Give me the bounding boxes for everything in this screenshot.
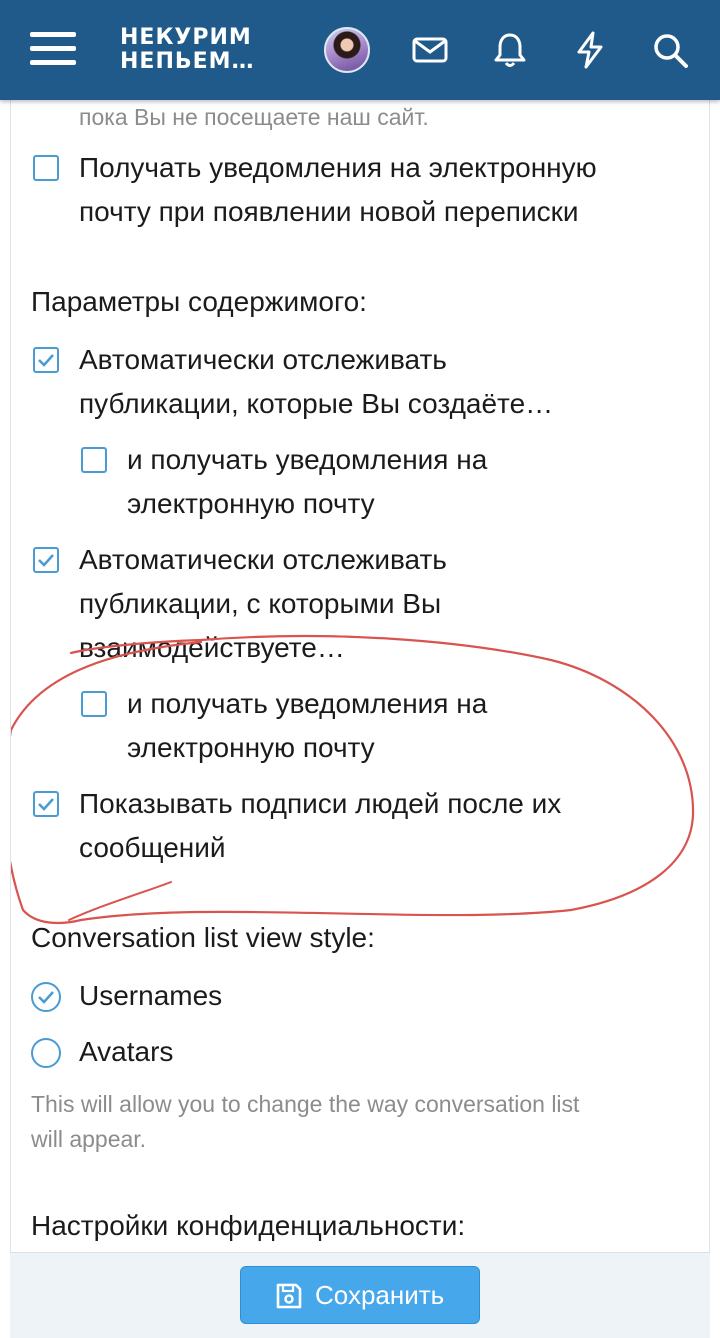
watch-created-label-1: Автоматически отслеживать: [79, 344, 447, 375]
watch-created-option[interactable]: Автоматически отслеживать публикации, ко…: [11, 338, 711, 428]
bell-icon[interactable]: [490, 30, 530, 70]
site-logo[interactable]: НЕКУРИМ НЕПЬЕМ…: [120, 26, 255, 74]
search-icon[interactable]: [650, 30, 690, 70]
content-params-label: Параметры содержимого:: [31, 286, 367, 317]
email-on-conversation-label-1: Получать уведомления на электронную: [79, 152, 597, 183]
list-style-hint-1: This will allow you to change the way co…: [31, 1091, 580, 1117]
save-button-label: Сохранить: [315, 1280, 445, 1310]
watch-interacted-email-option[interactable]: и получать уведомления на электронную по…: [11, 682, 711, 772]
watch-interacted-email-label-2: электронную почту: [127, 732, 375, 763]
watch-interacted-option[interactable]: Автоматически отслеживать публикации, с …: [11, 538, 711, 672]
email-on-conversation-label-2: почту при появлении новой переписки: [79, 196, 579, 227]
watch-created-email-label-2: электронную почту: [127, 488, 375, 519]
usernames-label: Usernames: [79, 980, 223, 1011]
logo-line-1: НЕКУРИМ: [120, 25, 252, 50]
avatars-label: Avatars: [79, 1036, 174, 1067]
menu-icon[interactable]: [30, 28, 78, 72]
logo-line-2: НЕПЬЕМ…: [120, 49, 255, 74]
list-style-usernames-option[interactable]: Usernames: [11, 974, 711, 1020]
lightning-icon[interactable]: [570, 30, 610, 70]
top-navbar: НЕКУРИМ НЕПЬЕМ…: [0, 0, 720, 100]
checkmark-icon: [38, 798, 54, 811]
show-signatures-label-2: сообщений: [79, 832, 226, 863]
watch-interacted-label-1: Автоматически отслеживать: [79, 544, 447, 575]
mail-icon[interactable]: [410, 30, 450, 70]
save-button[interactable]: Сохранить: [240, 1266, 480, 1324]
avatar[interactable]: [324, 27, 370, 73]
watch-created-email-checkbox[interactable]: [81, 447, 107, 473]
email-on-conversation-checkbox[interactable]: [33, 155, 59, 181]
email-on-conversation-option[interactable]: Получать уведомления на электронную почт…: [11, 146, 711, 238]
checkmark-icon: [38, 991, 54, 1004]
watch-created-label-2: публикации, которые Вы создаёте…: [79, 388, 554, 419]
watch-interacted-email-label-1: и получать уведомления на: [127, 688, 488, 719]
watch-created-email-option[interactable]: и получать уведомления на электронную по…: [11, 438, 711, 528]
show-signatures-label-1: Показывать подписи людей после их: [79, 788, 562, 819]
watch-interacted-email-checkbox[interactable]: [81, 691, 107, 717]
floppy-disk-icon: [276, 1283, 302, 1309]
watch-interacted-label-3: взаимодействуете…: [79, 632, 345, 663]
watch-created-email-label-1: и получать уведомления на: [127, 444, 488, 475]
watch-interacted-label-2: публикации, с которыми Вы: [79, 588, 442, 619]
preferences-form: пока Вы не посещаете наш сайт. Получать …: [10, 0, 710, 1338]
avatars-radio[interactable]: [31, 1038, 61, 1068]
privacy-label: Настройки конфиденциальности:: [31, 1210, 466, 1241]
list-style-avatars-option[interactable]: Avatars: [11, 1030, 711, 1076]
show-signatures-checkbox[interactable]: [33, 791, 59, 817]
form-footer: Сохранить: [10, 1252, 710, 1338]
top-hint: пока Вы не посещаете наш сайт.: [79, 104, 429, 130]
watch-created-checkbox[interactable]: [33, 347, 59, 373]
checkmark-icon: [38, 354, 54, 367]
show-signatures-option[interactable]: Показывать подписи людей после их сообще…: [11, 782, 711, 872]
usernames-radio[interactable]: [31, 982, 61, 1012]
list-style-label: Conversation list view style:: [31, 922, 375, 953]
list-style-hint-2: will appear.: [31, 1126, 147, 1152]
watch-interacted-checkbox[interactable]: [33, 547, 59, 573]
checkmark-icon: [38, 554, 54, 567]
